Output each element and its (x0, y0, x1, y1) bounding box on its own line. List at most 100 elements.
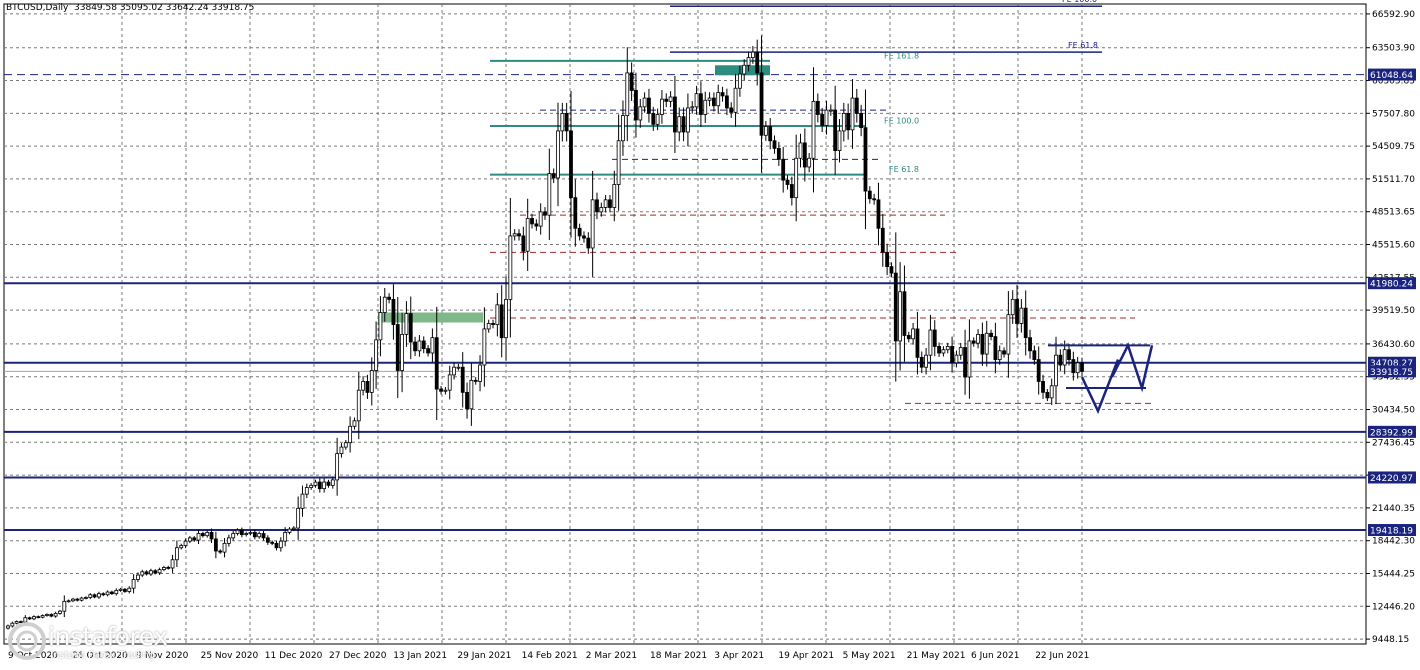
candle-body (339, 446, 344, 455)
candle-body (248, 532, 253, 534)
candle-body (283, 532, 288, 542)
candle-body (291, 527, 296, 530)
candle-body (906, 335, 911, 340)
candle-body (196, 533, 201, 541)
y-tick-label: 30434.50 (1372, 406, 1415, 416)
candle-body (898, 291, 903, 342)
candle-body (239, 529, 244, 535)
candle-body (469, 379, 474, 410)
candle-body (261, 533, 266, 539)
x-tick-label: 5 May 2021 (843, 651, 896, 661)
candle-body (638, 106, 643, 121)
candlestick-chart: FE 100.0 FE 61.8 FE 161.8 FE 100.0 FE 61.8 9… (3, 0, 1416, 661)
candle-body (590, 199, 595, 249)
candle-body (317, 481, 322, 490)
y-tick-label: 27436.45 (1372, 438, 1415, 448)
candle-body (408, 313, 413, 343)
candle-body (1032, 350, 1037, 360)
candle-body (911, 328, 916, 340)
candle-body (824, 109, 829, 126)
fib-label: FE 100.0 (884, 116, 919, 125)
candle-body (1036, 359, 1041, 382)
candle-body (478, 364, 482, 382)
candle-body (564, 113, 569, 132)
y-tick-label: 45515.60 (1372, 241, 1415, 251)
candle-body (629, 72, 634, 91)
candle-body (872, 198, 877, 201)
candle-body (538, 211, 543, 227)
candle-body (664, 98, 669, 102)
candle-body (97, 593, 101, 598)
candle-body (863, 127, 868, 192)
candle-body (716, 92, 721, 107)
candle-body (66, 600, 71, 603)
ohlc-values: 33849.58 35095.02 33642.24 33918.75 (74, 3, 255, 13)
candle-body (820, 114, 825, 126)
candle-body (1045, 391, 1050, 399)
y-tick-label: 57507.80 (1372, 109, 1415, 119)
candle-body (720, 92, 725, 97)
candle-body (1075, 362, 1080, 374)
candle-body (859, 113, 864, 129)
candle-body (486, 323, 491, 330)
candle-body (430, 337, 435, 354)
candle-body (1015, 298, 1019, 324)
fib-label: FE 161.8 (884, 51, 919, 60)
candle-body (811, 100, 816, 159)
candle-body (833, 109, 838, 151)
candle-body (673, 96, 677, 133)
candle-body (482, 328, 487, 366)
candle-body (413, 341, 417, 352)
candle-body (612, 184, 617, 208)
candle-body (569, 130, 573, 199)
price-tag-label: 61048.64 (1370, 71, 1413, 81)
candle-body (742, 64, 747, 75)
candle-body (1067, 349, 1071, 360)
candle-body (274, 542, 279, 549)
candle-body (989, 332, 993, 337)
candle-body (963, 347, 967, 378)
x-tick-label: 27 Dec 2020 (329, 651, 387, 661)
candle-body (235, 529, 240, 534)
candle-body (443, 389, 448, 392)
y-tick-label: 51511.70 (1372, 175, 1415, 185)
candle-body (1071, 359, 1076, 374)
candle-body (88, 594, 93, 598)
x-tick-label: 21 May 2021 (907, 651, 966, 661)
candle-body (608, 199, 612, 208)
candle-body (625, 72, 630, 116)
candle-body (984, 332, 989, 355)
candle-body (798, 142, 803, 159)
candle-body (1002, 350, 1006, 355)
candle-body (846, 113, 851, 131)
candle-body (92, 594, 97, 598)
candle-body (755, 51, 760, 74)
candle-body (880, 227, 885, 253)
candle-body (504, 298, 508, 339)
candle-body (789, 184, 794, 199)
candle-body (586, 237, 591, 249)
candle-body (694, 93, 699, 108)
candle-body (647, 97, 651, 114)
candle-body (642, 97, 647, 108)
chart-frame: FE 100.0 FE 61.8 FE 161.8 FE 100.0 FE 61.8 9… (0, 0, 1420, 666)
candle-body (361, 381, 366, 391)
fib-label: FE 61.8 (889, 165, 919, 174)
candle-body (1049, 385, 1054, 399)
candle-body (651, 113, 656, 125)
candle-body (499, 304, 504, 339)
candle-body (815, 100, 820, 115)
candle-body (772, 140, 777, 149)
candle-body (729, 107, 734, 113)
candle-body (937, 346, 941, 354)
y-tick-label: 48513.65 (1372, 208, 1415, 218)
x-tick-label: 25 Nov 2020 (201, 651, 259, 661)
price-tag-label: 41980.24 (1370, 280, 1413, 290)
y-tick-label: 63503.90 (1372, 44, 1415, 54)
price-tag-label: 24220.97 (1370, 474, 1413, 484)
candle-body (889, 266, 894, 274)
candle-body (993, 336, 998, 360)
candle-body (27, 617, 32, 620)
candle-body (785, 179, 790, 185)
x-tick-label: 11 Dec 2020 (265, 651, 323, 661)
